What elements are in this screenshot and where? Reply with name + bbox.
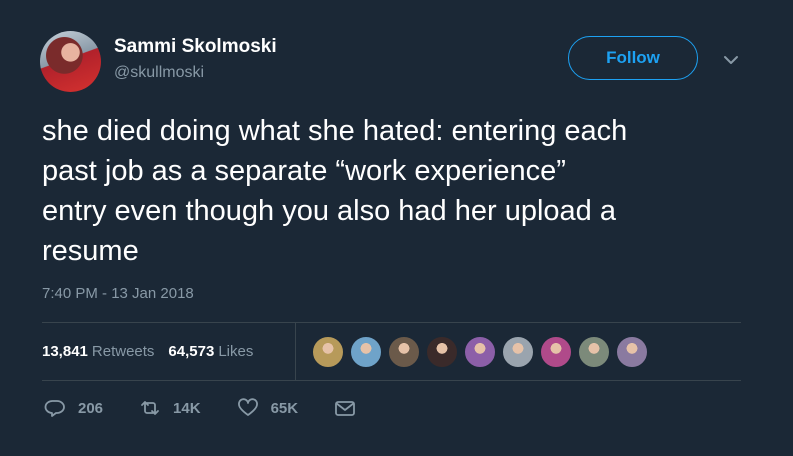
liker-avatar-2[interactable]	[350, 336, 382, 368]
liker-avatar-6[interactable]	[502, 336, 534, 368]
stats-separator	[295, 323, 296, 380]
heart-icon	[237, 398, 258, 416]
follow-button[interactable]: Follow	[568, 36, 698, 80]
divider-bottom	[42, 380, 741, 381]
liker-avatars	[312, 336, 654, 368]
reply-icon	[44, 400, 65, 417]
retweets-count: 13,841	[42, 343, 88, 360]
retweet-icon	[141, 401, 159, 415]
envelope-icon	[335, 401, 355, 416]
tweet-text: she died doing what she hated: entering …	[42, 115, 628, 267]
chevron-down-icon[interactable]	[721, 52, 741, 68]
retweet-button[interactable]: 14K	[139, 398, 201, 418]
liker-avatar-7[interactable]	[540, 336, 572, 368]
liker-avatar-3[interactable]	[388, 336, 420, 368]
direct-message-button[interactable]	[334, 398, 356, 418]
retweets-stat[interactable]: 13,841 Retweets	[42, 343, 154, 360]
author-handle[interactable]: @skullmoski	[114, 64, 204, 82]
likes-stat[interactable]: 64,573 Likes	[168, 343, 253, 360]
author-avatar[interactable]	[40, 31, 101, 92]
likes-label: Likes	[218, 343, 254, 360]
liker-avatar-1[interactable]	[312, 336, 344, 368]
like-button[interactable]: 65K	[237, 398, 299, 418]
liker-avatar-8[interactable]	[578, 336, 610, 368]
liker-avatar-4[interactable]	[426, 336, 458, 368]
liker-avatar-5[interactable]	[464, 336, 496, 368]
reply-count: 206	[78, 399, 104, 417]
author-name[interactable]: Sammi Skolmoski	[114, 36, 277, 58]
engagement-stats: 13,841 Retweets 64,573 Likes	[42, 323, 741, 380]
retweet-count: 14K	[173, 399, 201, 417]
like-count: 65K	[270, 399, 299, 417]
retweets-label: Retweets	[91, 343, 155, 360]
likes-count: 64,573	[168, 343, 215, 360]
tweet-timestamp[interactable]: 7:40 PM - 13 Jan 2018	[42, 285, 194, 302]
tweet-actions: 206 14K 65K	[44, 398, 392, 418]
liker-avatar-9[interactable]	[616, 336, 648, 368]
reply-button[interactable]: 206	[44, 398, 103, 418]
